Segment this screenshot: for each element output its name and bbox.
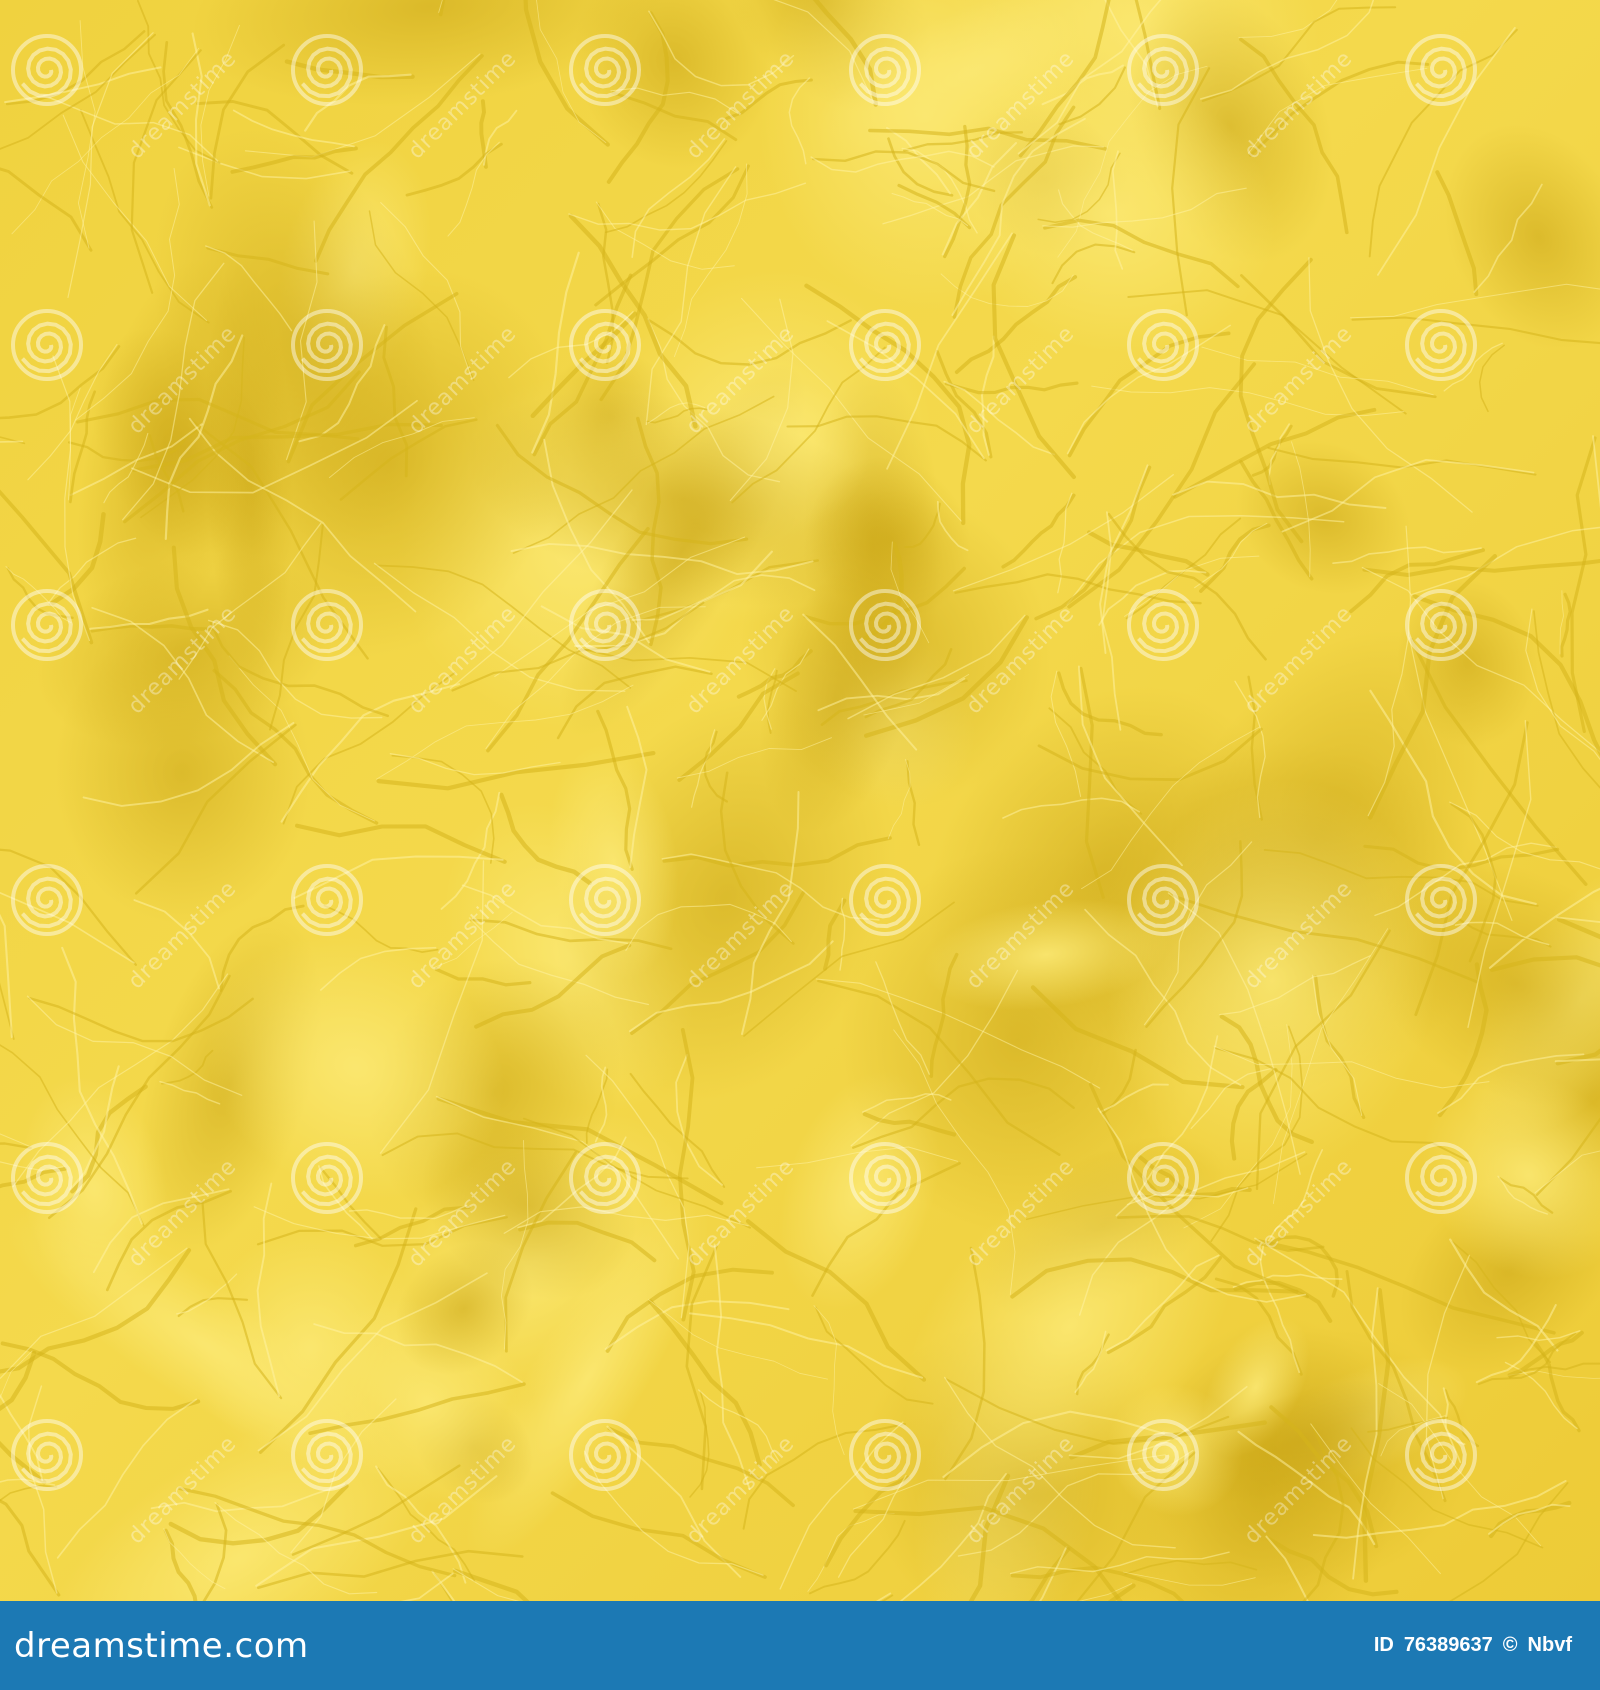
footer-logo-text[interactable]: dreamstime.com [14, 1626, 309, 1666]
stock-footer-bar: dreamstime.com ID 76389637 © Nbvf [0, 1601, 1600, 1690]
copyright-icon: © [1502, 1634, 1518, 1656]
crumpled-paper-photo: dreamstime dreamstime dreamstime dreamstime… [0, 0, 1600, 1601]
paper-texture: dreamstime dreamstime dreamstime dreamstime… [0, 0, 1600, 1601]
image-id-label: ID [1373, 1634, 1394, 1656]
footer-meta: ID 76389637 © Nbvf [1374, 1634, 1572, 1657]
footer-brand[interactable]: dreamstime.com [14, 1626, 309, 1666]
image-id-value: 76389637 [1403, 1634, 1493, 1656]
author-name: Nbvf [1527, 1634, 1572, 1656]
